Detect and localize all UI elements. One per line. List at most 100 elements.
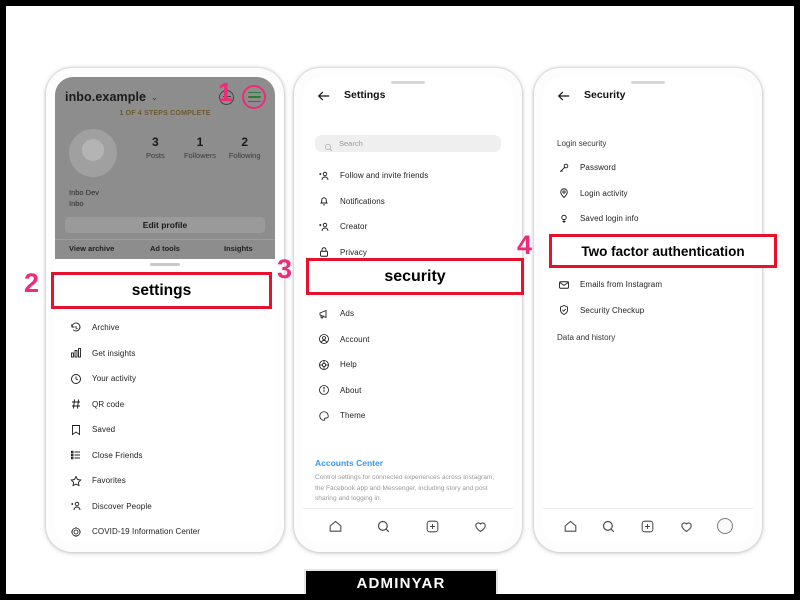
steps-complete-text[interactable]: 1 OF 4 STEPS COMPLETE xyxy=(55,110,275,117)
hamburger-menu-button[interactable] xyxy=(242,85,266,109)
settings-item-ads[interactable]: Ads xyxy=(303,301,513,327)
saved-login-icon xyxy=(557,212,570,225)
menu-item-saved-label: Saved xyxy=(92,425,116,435)
security-item-login-activity-label: Login activity xyxy=(580,188,628,198)
security-item-emails-label: Emails from Instagram xyxy=(580,280,663,290)
accounts-center-description: Control settings for connected experienc… xyxy=(315,474,495,502)
step-marker-1: 1 xyxy=(218,77,233,107)
security-item-emails-from-instagram[interactable]: Emails from Instagram xyxy=(543,272,753,298)
tab-insights[interactable]: Insights xyxy=(202,240,275,257)
tab-ad-tools[interactable]: Ad tools xyxy=(128,240,201,257)
profile-bio: Inbo Dev Inbo xyxy=(69,187,99,209)
accounts-center-link[interactable]: Accounts Center xyxy=(315,458,501,468)
stat-followers[interactable]: 1 Followers xyxy=(178,135,223,160)
settings-item-notifications[interactable]: Notifications xyxy=(303,189,513,215)
page-title: Security xyxy=(584,89,626,101)
stat-following-label: Following xyxy=(228,151,261,160)
security-item-saved-login-info[interactable]: Saved login info xyxy=(543,206,753,232)
bottom-navigation-bar xyxy=(303,508,513,543)
settings-menu-bottom: Ads Account Help About Theme xyxy=(303,301,513,429)
stat-posts[interactable]: 3 Posts xyxy=(133,135,178,160)
settings-item-follow-invite-label: Follow and invite friends xyxy=(340,171,429,181)
settings-item-account[interactable]: Account xyxy=(303,327,513,353)
security-menu-bottom: Emails from Instagram Security Checkup xyxy=(543,272,753,323)
bottom-navigation-bar xyxy=(543,508,753,543)
theme-icon xyxy=(317,409,330,422)
lock-icon xyxy=(317,246,330,259)
settings-header: Settings xyxy=(303,77,513,113)
home-icon[interactable] xyxy=(563,519,578,534)
section-login-security: Login security xyxy=(557,139,607,148)
menu-item-get-insights[interactable]: Get insights xyxy=(55,341,275,367)
step-marker-2: 2 xyxy=(24,268,40,298)
menu-item-archive-label: Archive xyxy=(92,323,120,333)
person-add-icon xyxy=(317,169,330,182)
menu-item-discover-people-label: Discover People xyxy=(92,501,152,511)
edit-profile-button[interactable]: Edit profile xyxy=(65,217,265,233)
security-item-security-checkup[interactable]: Security Checkup xyxy=(543,298,753,324)
menu-item-covid-info[interactable]: COVID-19 Information Center xyxy=(55,519,275,543)
heart-icon[interactable] xyxy=(679,519,694,534)
archive-icon xyxy=(69,321,82,334)
menu-item-archive[interactable]: Archive xyxy=(55,315,275,341)
menu-item-favorites[interactable]: Favorites xyxy=(55,468,275,494)
menu-item-covid-info-label: COVID-19 Information Center xyxy=(92,527,201,537)
menu-item-saved[interactable]: Saved xyxy=(55,417,275,443)
menu-item-qr-code[interactable]: QR code xyxy=(55,392,275,418)
security-menu-top: Password Login activity Saved login info xyxy=(543,155,753,232)
stat-following[interactable]: 2 Following xyxy=(222,135,267,160)
menu-item-favorites-label: Favorites xyxy=(92,476,126,486)
settings-item-help[interactable]: Help xyxy=(303,352,513,378)
profile-display-name: Inbo Dev xyxy=(69,188,100,197)
profile-stats: 3 Posts 1 Followers 2 Following xyxy=(133,135,267,160)
settings-item-notifications-label: Notifications xyxy=(340,196,385,206)
search-input[interactable]: Search xyxy=(315,135,501,152)
security-item-login-activity[interactable]: Login activity xyxy=(543,181,753,207)
search-icon xyxy=(324,139,333,152)
back-arrow-icon[interactable] xyxy=(557,89,571,101)
back-arrow-icon[interactable] xyxy=(317,89,331,101)
home-icon[interactable] xyxy=(328,519,343,534)
covid-icon xyxy=(69,525,82,538)
profile-username[interactable]: inbo.example xyxy=(65,90,146,104)
settings-item-creator[interactable]: Creator xyxy=(303,214,513,240)
add-post-icon[interactable] xyxy=(425,519,440,534)
list-icon xyxy=(69,449,82,462)
brand-label: ADMINYAR xyxy=(356,575,446,592)
phone-mockup-settings: Settings Search Follow and invite friend… xyxy=(294,68,522,552)
menu-item-your-activity[interactable]: Your activity xyxy=(55,366,275,392)
stat-followers-value: 1 xyxy=(196,135,204,149)
info-icon xyxy=(317,384,330,397)
step-marker-4: 4 xyxy=(517,230,533,260)
settings-item-about[interactable]: About xyxy=(303,378,513,404)
search-icon[interactable] xyxy=(376,519,391,534)
stat-posts-value: 3 xyxy=(151,135,159,149)
profile-quick-tabs: View archive Ad tools Insights xyxy=(55,239,275,257)
account-icon xyxy=(317,333,330,346)
security-item-security-checkup-label: Security Checkup xyxy=(580,305,645,315)
menu-item-discover-people[interactable]: Discover People xyxy=(55,494,275,520)
settings-item-theme[interactable]: Theme xyxy=(303,403,513,429)
screenshot-canvas: inbo.example ⌄ 1 OF 4 STEPS COMPLETE 3 P… xyxy=(6,6,794,594)
menu-item-close-friends[interactable]: Close Friends xyxy=(55,443,275,469)
add-post-icon[interactable] xyxy=(640,519,655,534)
bottom-sheet-handle[interactable] xyxy=(150,263,180,266)
megaphone-icon xyxy=(317,307,330,320)
settings-menu-top: Follow and invite friends Notifications … xyxy=(303,163,513,265)
profile-topbar: inbo.example ⌄ xyxy=(65,85,266,109)
search-icon[interactable] xyxy=(601,519,616,534)
settings-item-follow-invite[interactable]: Follow and invite friends xyxy=(303,163,513,189)
heart-icon[interactable] xyxy=(473,519,488,534)
chevron-down-icon[interactable]: ⌄ xyxy=(151,93,158,102)
stat-posts-label: Posts xyxy=(145,151,165,160)
insights-icon xyxy=(69,347,82,360)
profile-bio-text: Inbo xyxy=(69,199,84,208)
shield-check-icon xyxy=(557,304,570,317)
help-icon xyxy=(317,358,330,371)
tab-view-archive[interactable]: View archive xyxy=(55,240,128,257)
location-icon xyxy=(557,187,570,200)
avatar[interactable] xyxy=(69,129,117,177)
security-item-password[interactable]: Password xyxy=(543,155,753,181)
callout-settings: settings xyxy=(51,272,272,309)
profile-avatar-icon[interactable] xyxy=(717,518,734,534)
